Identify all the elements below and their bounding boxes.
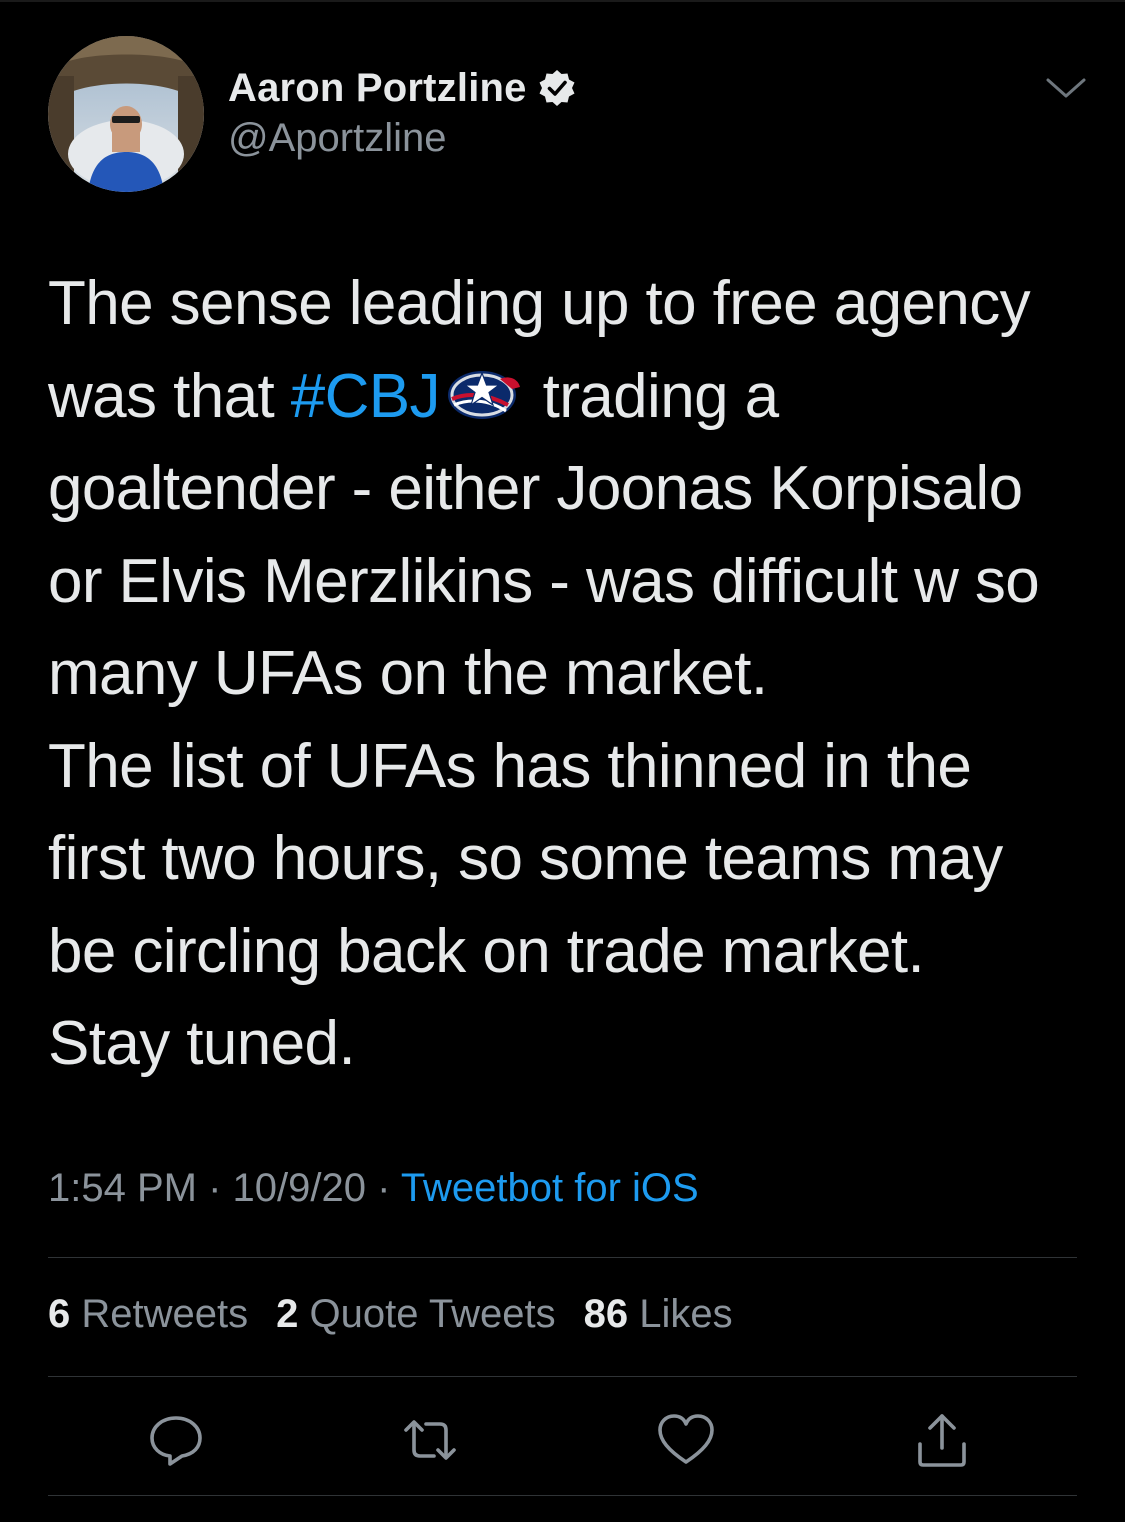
share-icon[interactable] <box>910 1408 974 1472</box>
quotes-count: 2 <box>276 1292 299 1336</box>
divider-top <box>48 1257 1077 1258</box>
author-handle[interactable]: @Aportzline <box>228 116 577 161</box>
meta-separator: · <box>365 1166 401 1210</box>
tweet-line: first two hours, so some teams may <box>48 824 1003 893</box>
divider-middle <box>48 1376 1077 1377</box>
retweet-icon[interactable] <box>398 1408 462 1472</box>
tweet-line: Stay tuned. <box>48 1009 356 1078</box>
quotes-stat[interactable]: 2 Quote Tweets <box>276 1292 555 1337</box>
tweet-line: be circling back on trade market. <box>48 916 925 986</box>
tweet-line: The sense leading up to free agency <box>48 269 1031 338</box>
quotes-label: Quote Tweets <box>309 1292 556 1336</box>
action-bar <box>48 1408 1077 1472</box>
tweet-text-segment: was that <box>48 361 291 431</box>
likes-label: Likes <box>639 1292 733 1336</box>
tweet-line: or Elvis Merzlikins - was difficult w so <box>48 546 1040 616</box>
likes-count: 86 <box>583 1292 629 1336</box>
tweet-body: The sense leading up to free agency was … <box>48 258 1088 1091</box>
heart-icon[interactable] <box>654 1408 718 1472</box>
hashtag-link[interactable]: #CBJ <box>291 362 441 431</box>
display-name-row: Aaron Portzline <box>228 64 577 112</box>
retweets-count: 6 <box>48 1292 71 1336</box>
retweets-stat[interactable]: 6 Retweets <box>48 1292 248 1337</box>
tweet-date: 10/9/20 <box>232 1166 366 1210</box>
reply-icon[interactable] <box>144 1408 208 1472</box>
tweet-line: many UFAs on the market. <box>48 639 768 708</box>
tweet-text-segment: trading a <box>525 361 779 431</box>
retweets-label: Retweets <box>81 1292 249 1336</box>
divider-bottom <box>48 1495 1077 1496</box>
chevron-down-icon[interactable] <box>1044 72 1088 104</box>
meta-separator: · <box>196 1166 233 1210</box>
tweet-line: The list of UFAs has thinned in the <box>48 731 972 801</box>
likes-stat[interactable]: 86 Likes <box>584 1292 733 1337</box>
avatar-photo <box>48 36 204 192</box>
tweet-time: 1:54 PM <box>48 1166 197 1210</box>
author-block: Aaron Portzline @Aportzline <box>228 64 577 161</box>
blue-jackets-logo-icon <box>442 359 522 419</box>
tweet-stats: 6 Retweets 2 Quote Tweets 86 Likes <box>48 1292 733 1337</box>
display-name[interactable]: Aaron Portzline <box>228 66 527 111</box>
tweet-meta: 1:54 PM · 10/9/20 · Tweetbot for iOS <box>48 1166 699 1211</box>
verified-badge-icon <box>537 68 577 108</box>
tweet-line-with-hashtag: was that #CBJ trading a <box>48 351 1088 444</box>
top-rule <box>0 0 1125 2</box>
tweet-header: Aaron Portzline @Aportzline <box>48 36 1088 196</box>
tweet-source-link[interactable]: Tweetbot for iOS <box>401 1166 699 1210</box>
avatar[interactable] <box>48 36 204 192</box>
tweet-line: goaltender - either Joonas Korpisalo <box>48 454 1023 523</box>
